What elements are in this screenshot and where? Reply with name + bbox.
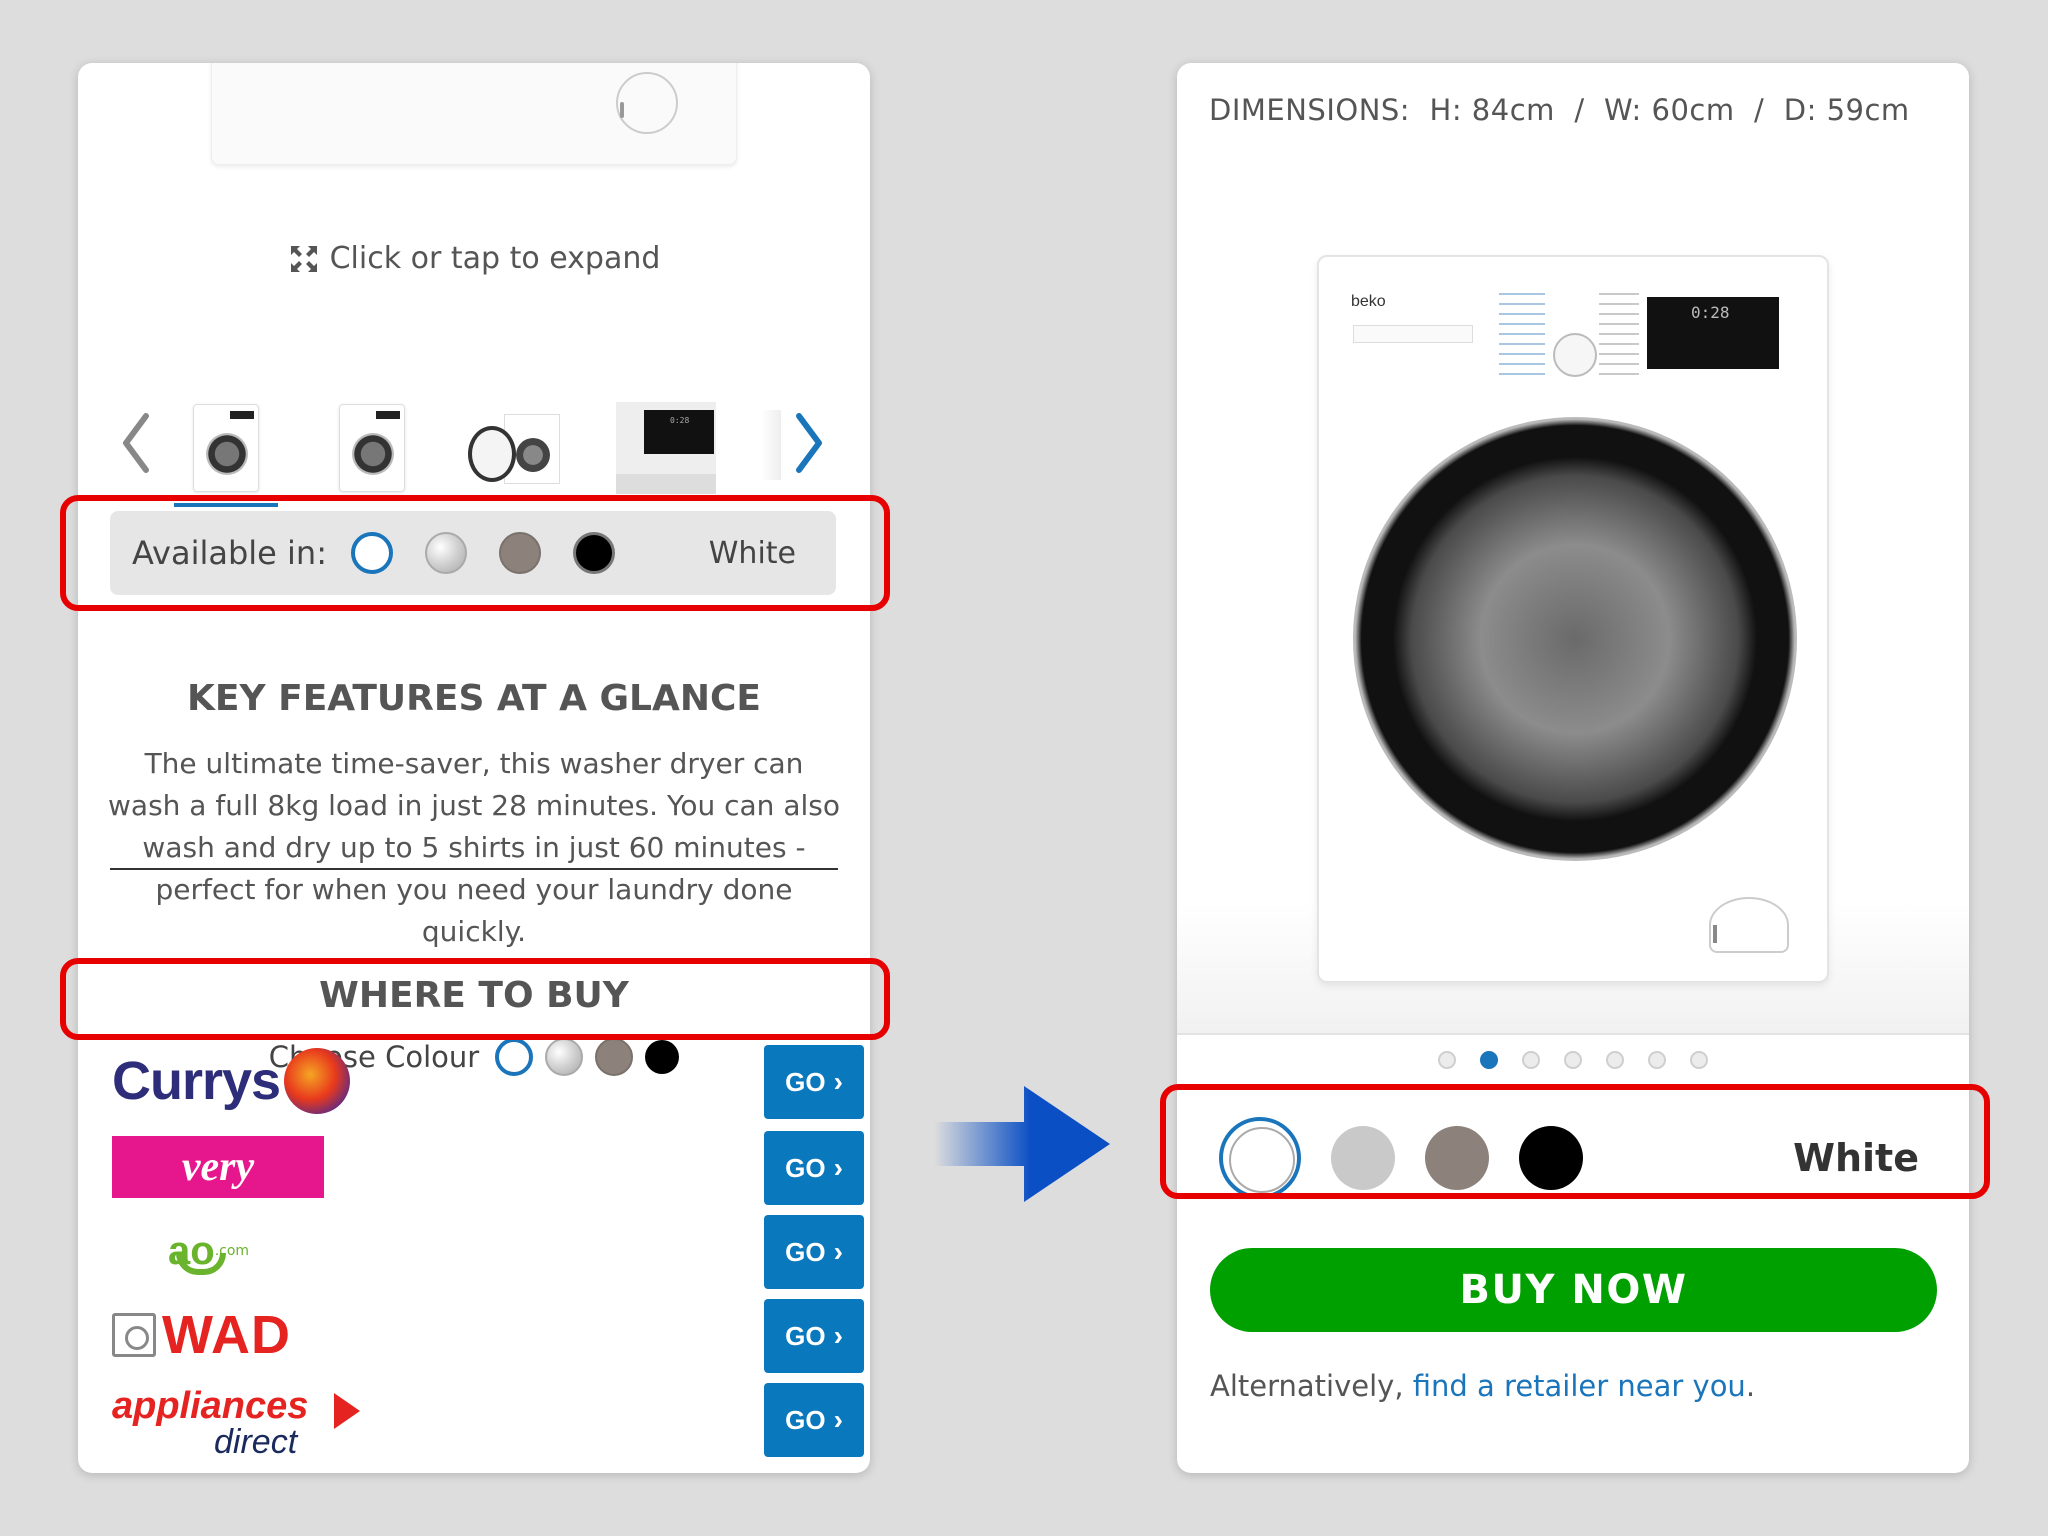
mobile-product-page-right: DIMENSIONS: H: 84cm / W: 60cm / D: 59cm … bbox=[1177, 63, 1969, 1473]
buy-now-button[interactable]: BUY NOW bbox=[1210, 1248, 1937, 1332]
carousel-dot[interactable] bbox=[1522, 1051, 1540, 1069]
swatch-grey[interactable] bbox=[498, 532, 541, 574]
where-to-buy-title: WHERE TO BUY bbox=[319, 975, 629, 1016]
swatch-black[interactable] bbox=[1519, 1126, 1583, 1190]
find-retailer-link[interactable]: find a retailer near you bbox=[1413, 1369, 1746, 1403]
carousel-dot[interactable] bbox=[1438, 1051, 1456, 1069]
swatch-silver[interactable] bbox=[1331, 1126, 1395, 1190]
divider bbox=[1177, 1033, 1969, 1035]
available-label: Available in: bbox=[132, 534, 327, 572]
thumbnail-angled[interactable] bbox=[322, 398, 422, 498]
product-image-cropped[interactable] bbox=[211, 63, 737, 165]
wad-logo[interactable]: WAD bbox=[112, 1299, 291, 1371]
carousel-dot[interactable] bbox=[1648, 1051, 1666, 1069]
carousel-dot[interactable] bbox=[1606, 1051, 1624, 1069]
active-thumbnail-indicator bbox=[174, 503, 278, 507]
available-colours-row: Available in: White bbox=[110, 511, 836, 595]
swatch-white-selected[interactable] bbox=[1219, 1117, 1301, 1199]
expand-text: Click or tap to expand bbox=[329, 241, 661, 276]
go-button-currys[interactable]: GO › bbox=[764, 1045, 864, 1119]
go-button-wad[interactable]: GO › bbox=[764, 1299, 864, 1373]
thumbnail-partial bbox=[761, 410, 781, 480]
alternative-retailer-text: Alternatively, find a retailer near you. bbox=[1210, 1369, 1756, 1403]
thumbnail-display[interactable]: 0:28 bbox=[616, 398, 716, 498]
thumbnail-door-open[interactable] bbox=[466, 398, 566, 498]
retailer-row-ao: ao .com GO › bbox=[112, 1215, 864, 1289]
key-features-body: The ultimate time-saver, this washer dry… bbox=[108, 747, 840, 948]
carousel-dot-active[interactable] bbox=[1480, 1051, 1498, 1069]
door-ring bbox=[1353, 417, 1797, 861]
retailer-row-wad: WAD GO › bbox=[112, 1299, 864, 1373]
expand-hint[interactable]: Click or tap to expand bbox=[78, 241, 870, 276]
carousel-dot[interactable] bbox=[1690, 1051, 1708, 1069]
currys-logo[interactable]: Currys bbox=[112, 1045, 351, 1117]
go-button-ao[interactable]: GO › bbox=[764, 1215, 864, 1289]
mobile-product-page-left: Click or tap to expand 0:28 Available in… bbox=[78, 63, 870, 1473]
very-logo[interactable]: very bbox=[112, 1131, 324, 1203]
selected-colour-name: White bbox=[708, 535, 796, 571]
door-shape bbox=[616, 72, 678, 134]
key-features-title: KEY FEATURES AT A GLANCE bbox=[187, 678, 761, 719]
retailer-row-appliances-direct: appliances direct GO › bbox=[112, 1383, 864, 1461]
chevron-right-icon[interactable] bbox=[789, 408, 829, 478]
retailer-row-currys: Currys GO › bbox=[112, 1045, 864, 1119]
product-hero-image[interactable]: beko 0:28 bbox=[1177, 163, 1969, 1069]
appliances-direct-logo[interactable]: appliances direct bbox=[112, 1383, 372, 1461]
swatch-silver[interactable] bbox=[424, 532, 467, 574]
divider bbox=[110, 868, 838, 870]
carousel-dot[interactable] bbox=[1564, 1051, 1582, 1069]
go-button-appliances-direct[interactable]: GO › bbox=[764, 1383, 864, 1457]
swatch-black[interactable] bbox=[572, 532, 615, 574]
retailer-row-very: very GO › bbox=[112, 1131, 864, 1205]
selected-colour-name: White bbox=[1793, 1136, 1919, 1180]
arrow-right-icon bbox=[934, 1086, 1110, 1202]
thumbnail-carousel: 0:28 bbox=[78, 388, 870, 518]
latch-shape bbox=[620, 102, 624, 118]
chevron-left-icon[interactable] bbox=[116, 408, 156, 478]
dimensions-text: DIMENSIONS: H: 84cm / W: 60cm / D: 59cm bbox=[1209, 93, 1910, 127]
swatch-grey[interactable] bbox=[1425, 1126, 1489, 1190]
go-button-very[interactable]: GO › bbox=[764, 1131, 864, 1205]
carousel-dots bbox=[1177, 1051, 1969, 1069]
colour-selector-row: White bbox=[1197, 1103, 1949, 1213]
washing-machine-image: beko 0:28 bbox=[1317, 255, 1829, 983]
expand-icon bbox=[290, 245, 317, 272]
swatch-white[interactable] bbox=[350, 532, 393, 574]
thumbnail-front[interactable] bbox=[176, 398, 276, 498]
ao-logo[interactable]: ao .com bbox=[168, 1215, 278, 1287]
